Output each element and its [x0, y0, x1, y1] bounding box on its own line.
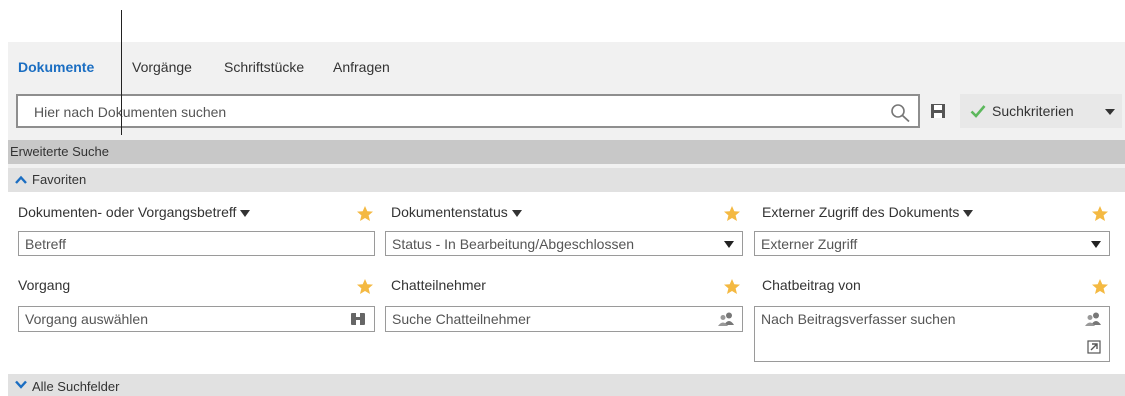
expand-icon[interactable]: [1087, 340, 1101, 354]
star-icon[interactable]: [1091, 278, 1109, 295]
search-box: [16, 94, 920, 128]
tab-schriftstuecke[interactable]: Schriftstücke: [224, 59, 304, 75]
status-select[interactable]: Status - In Bearbeitung/Abgeschlossen: [385, 231, 743, 256]
star-icon[interactable]: [723, 205, 741, 222]
search-input[interactable]: [32, 103, 852, 121]
chevron-down-icon: [15, 380, 27, 389]
users-icon[interactable]: [718, 311, 734, 327]
search-panel: Dokumente Vorgänge Schriftstücke Anfrage…: [8, 42, 1125, 396]
star-icon[interactable]: [356, 278, 374, 295]
dropdown-triangle-icon: [240, 209, 251, 217]
star-icon[interactable]: [723, 278, 741, 295]
status-filter-label[interactable]: Dokumentenstatus: [391, 204, 522, 220]
text-cursor-line: [121, 10, 122, 135]
dropdown-triangle-icon: [963, 209, 974, 217]
all-fields-section-header[interactable]: Alle Suchfelder: [8, 374, 1125, 396]
chevron-down-icon: [1105, 109, 1115, 115]
extern-value: Externer Zugriff: [761, 236, 858, 252]
betreff-filter-label[interactable]: Dokumenten- oder Vorgangsbetreff: [18, 204, 251, 220]
tab-vorgaenge[interactable]: Vorgänge: [132, 59, 192, 75]
tab-bar: Dokumente Vorgänge Schriftstücke Anfrage…: [8, 42, 1125, 90]
star-icon[interactable]: [356, 205, 374, 222]
chatteilnehmer-input[interactable]: Suche Chatteilnehmer: [385, 306, 743, 332]
favorites-section-header[interactable]: Favoriten: [8, 168, 1125, 192]
favorites-fields: Dokumenten- oder Vorgangsbetreff Dokumen…: [8, 192, 1125, 374]
status-filter-text: Dokumentenstatus: [391, 204, 508, 220]
star-icon[interactable]: [1091, 205, 1109, 222]
chevron-down-icon: [724, 241, 734, 248]
dropdown-triangle-icon: [511, 209, 522, 217]
chatbeitrag-label: Chatbeitrag von: [762, 277, 861, 293]
users-icon[interactable]: [1085, 311, 1101, 327]
vorgang-label: Vorgang: [18, 277, 71, 293]
check-icon: [970, 105, 986, 118]
search-criteria-button[interactable]: Suchkriterien: [960, 94, 1122, 128]
extern-filter-text: Externer Zugriff des Dokuments: [762, 204, 960, 220]
favorites-label: Favoriten: [32, 172, 87, 187]
vorgang-placeholder: Vorgang auswählen: [25, 311, 148, 327]
all-fields-label: Alle Suchfelder: [32, 379, 120, 394]
betreff-filter-text: Dokumenten- oder Vorgangsbetreff: [18, 204, 237, 220]
folder-picker-icon[interactable]: [350, 311, 366, 327]
tab-anfragen[interactable]: Anfragen: [333, 59, 390, 75]
chatteilnehmer-label: Chatteilnehmer: [391, 277, 486, 293]
chatbeitrag-input[interactable]: Nach Beitragsverfasser suchen: [754, 306, 1110, 362]
vorgang-picker[interactable]: Vorgang auswählen: [18, 306, 375, 332]
chevron-down-icon: [1091, 241, 1101, 248]
search-criteria-label: Suchkriterien: [992, 103, 1074, 119]
betreff-input[interactable]: Betreff: [18, 231, 375, 256]
advanced-search-bar: Erweiterte Suche: [8, 140, 1125, 164]
status-value: Status - In Bearbeitung/Abgeschlossen: [392, 236, 635, 252]
extern-select[interactable]: Externer Zugriff: [754, 231, 1110, 256]
extern-filter-label[interactable]: Externer Zugriff des Dokuments: [762, 204, 974, 220]
search-icon[interactable]: [890, 103, 912, 123]
chatteilnehmer-placeholder: Suche Chatteilnehmer: [392, 311, 531, 327]
betreff-value: Betreff: [25, 236, 66, 252]
tab-dokumente[interactable]: Dokumente: [18, 59, 94, 75]
chatbeitrag-placeholder: Nach Beitragsverfasser suchen: [761, 311, 956, 327]
chevron-up-icon: [15, 175, 27, 184]
save-icon[interactable]: [930, 103, 946, 119]
advanced-search-label: Erweiterte Suche: [10, 144, 109, 159]
